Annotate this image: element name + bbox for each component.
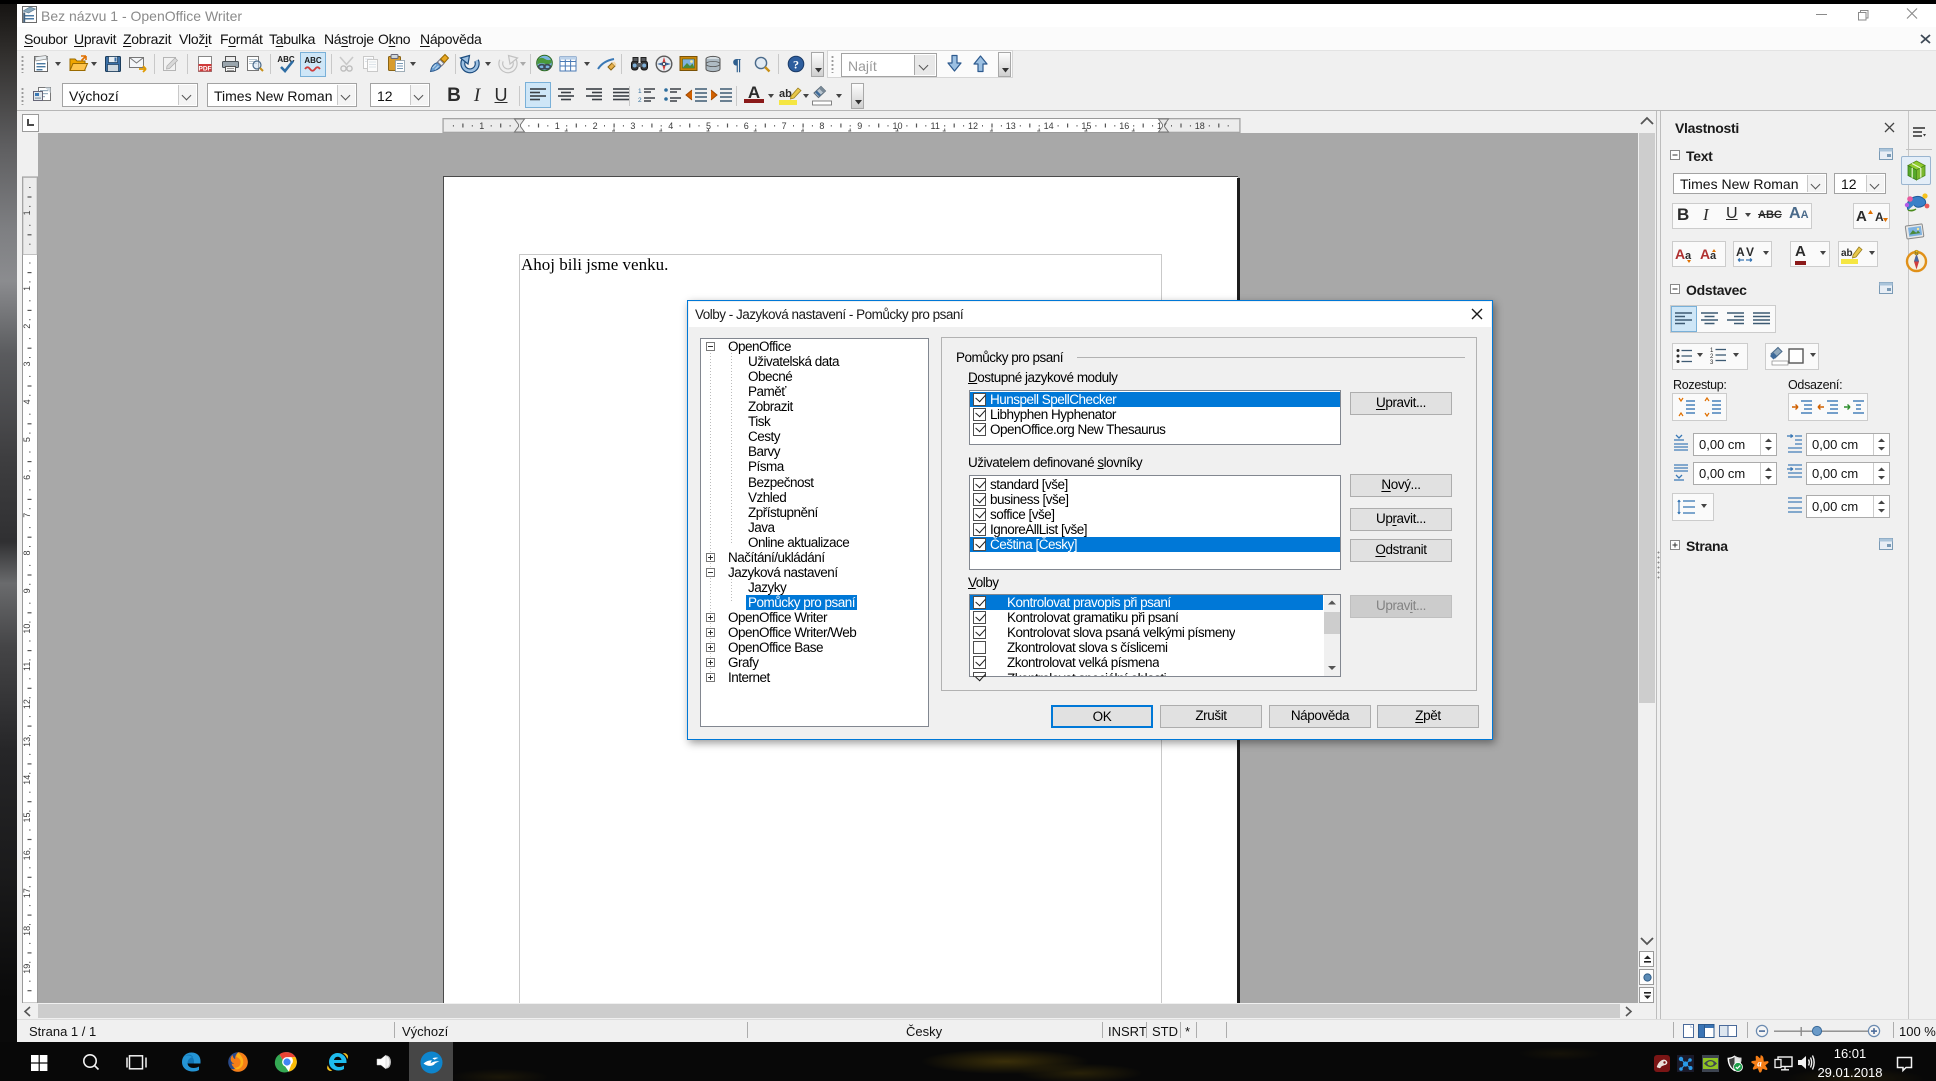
svg-text:14: 14 bbox=[1044, 121, 1054, 131]
svg-text:18: 18 bbox=[1195, 121, 1205, 131]
svg-text:A: A bbox=[1736, 245, 1745, 259]
svg-text:3: 3 bbox=[630, 121, 635, 131]
svg-text:?: ? bbox=[793, 58, 799, 72]
svg-text:6: 6 bbox=[744, 121, 749, 131]
svg-text:A: A bbox=[1875, 210, 1884, 224]
svg-text:8: 8 bbox=[22, 550, 32, 555]
svg-text:PDF: PDF bbox=[199, 66, 212, 73]
svg-text:A: A bbox=[1856, 208, 1867, 225]
svg-text:1: 1 bbox=[479, 121, 484, 131]
svg-text:7: 7 bbox=[782, 121, 787, 131]
svg-text:3: 3 bbox=[22, 361, 32, 366]
svg-text:14: 14 bbox=[22, 775, 32, 785]
svg-text:4: 4 bbox=[22, 399, 32, 404]
svg-text:2: 2 bbox=[593, 121, 598, 131]
svg-text:5: 5 bbox=[22, 437, 32, 442]
svg-text:¶: ¶ bbox=[732, 55, 741, 74]
svg-text:2: 2 bbox=[22, 324, 32, 329]
svg-text:a: a bbox=[1757, 1059, 1762, 1069]
svg-text:13: 13 bbox=[1006, 121, 1016, 131]
svg-text:13: 13 bbox=[22, 737, 32, 747]
svg-text:V: V bbox=[1746, 245, 1754, 259]
svg-text:7: 7 bbox=[22, 513, 32, 518]
svg-text:8: 8 bbox=[819, 121, 824, 131]
svg-text:17: 17 bbox=[22, 888, 32, 898]
svg-text:10: 10 bbox=[22, 624, 32, 634]
svg-text:A: A bbox=[1675, 246, 1685, 262]
svg-text:ABC: ABC bbox=[304, 56, 322, 65]
svg-text:16: 16 bbox=[22, 850, 32, 860]
svg-text:15: 15 bbox=[22, 812, 32, 822]
svg-text:ab: ab bbox=[779, 88, 792, 100]
svg-text:1: 1 bbox=[22, 210, 32, 215]
svg-text:9: 9 bbox=[857, 121, 862, 131]
svg-text:16: 16 bbox=[1119, 121, 1129, 131]
svg-text:2: 2 bbox=[638, 97, 642, 104]
svg-text:1: 1 bbox=[638, 88, 642, 95]
svg-text:6: 6 bbox=[22, 475, 32, 480]
svg-text:1: 1 bbox=[22, 286, 32, 291]
svg-text:9: 9 bbox=[22, 588, 32, 593]
svg-text:N: N bbox=[1915, 251, 1918, 256]
svg-text:1: 1 bbox=[555, 121, 560, 131]
svg-text:19: 19 bbox=[22, 964, 32, 974]
svg-text:12: 12 bbox=[968, 121, 978, 131]
svg-text:12: 12 bbox=[22, 699, 32, 709]
svg-text:18: 18 bbox=[22, 926, 32, 936]
svg-text:11: 11 bbox=[931, 121, 940, 131]
svg-text:4: 4 bbox=[668, 121, 673, 131]
svg-text:11: 11 bbox=[22, 662, 32, 671]
svg-text:ab: ab bbox=[1841, 248, 1853, 259]
svg-text:A: A bbox=[1700, 246, 1710, 262]
